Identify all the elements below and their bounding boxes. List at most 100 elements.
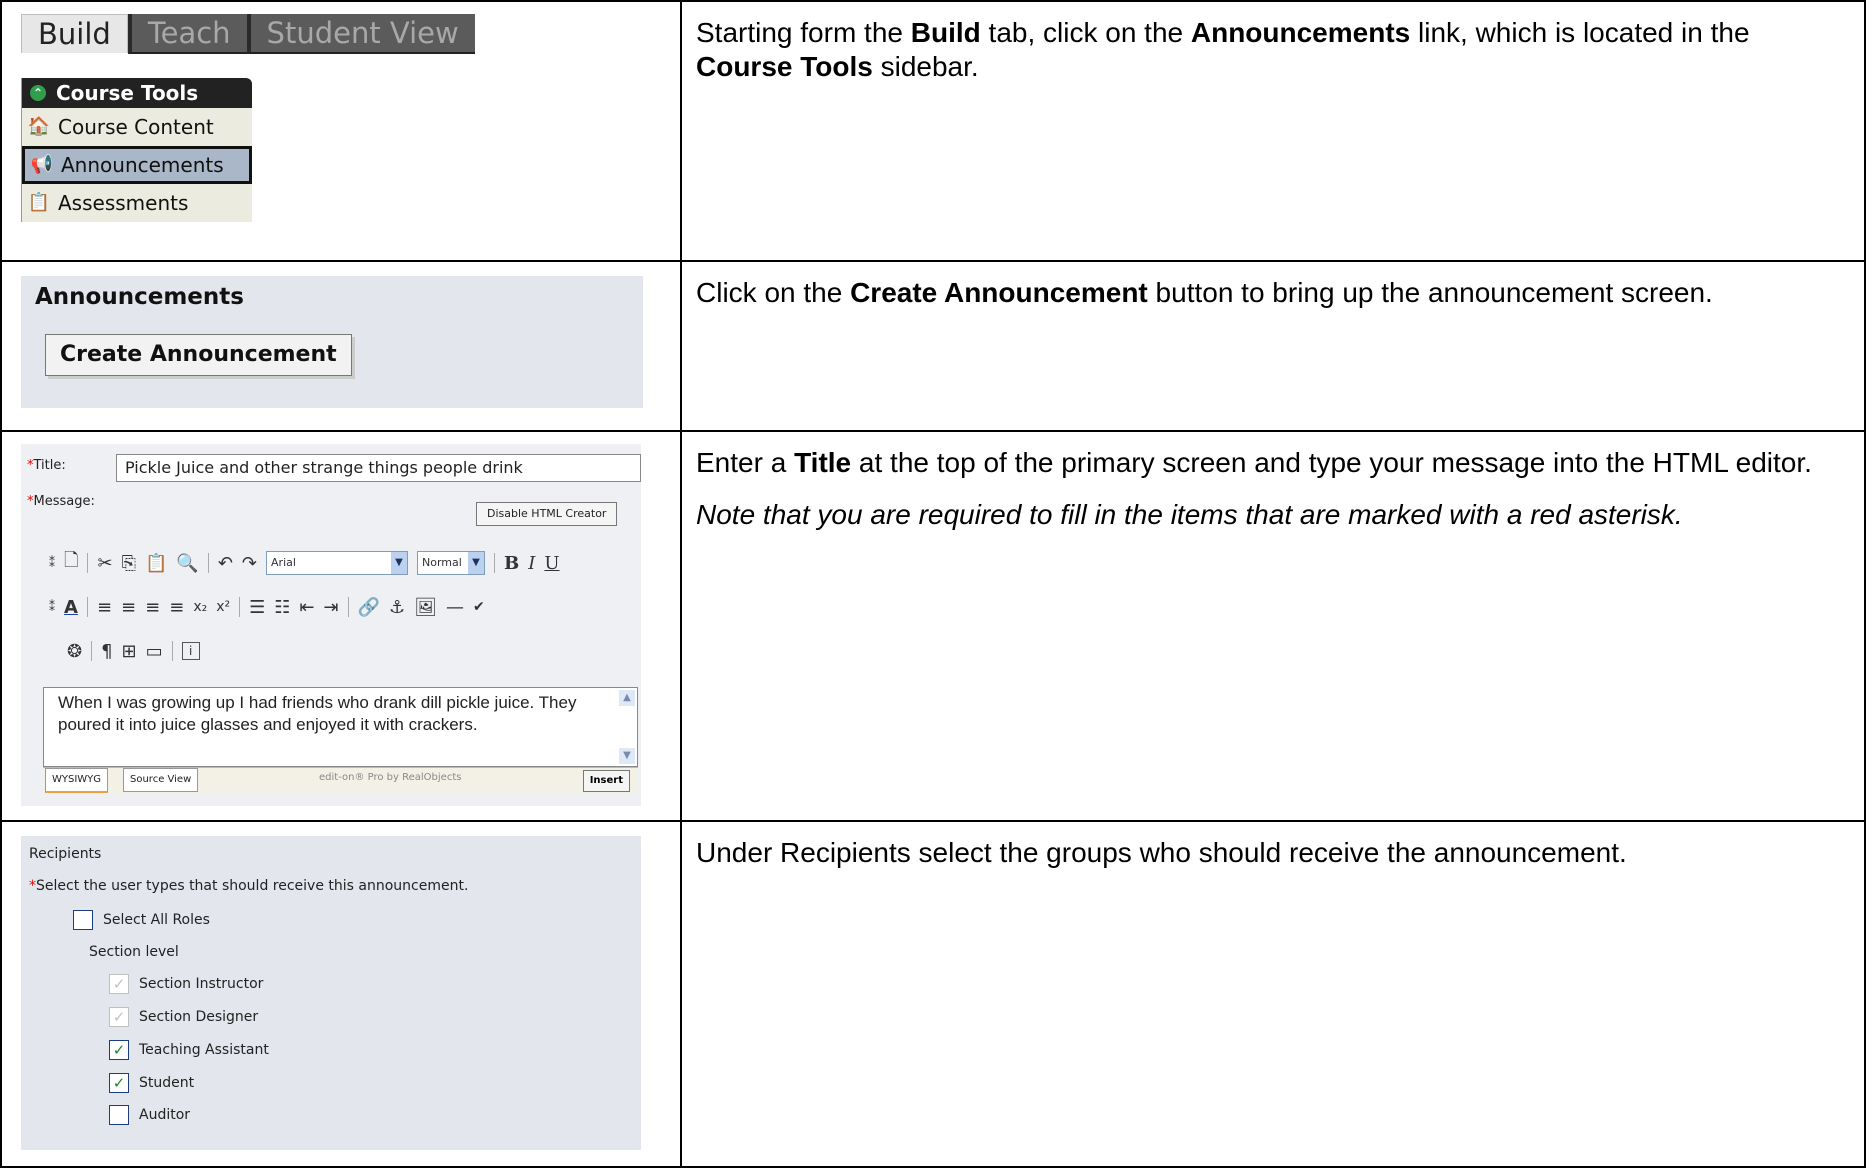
text (347, 597, 349, 617)
scroll-up-icon[interactable]: ▲ (619, 690, 635, 706)
text: link, which is located in the (1410, 17, 1750, 48)
info-icon[interactable]: i (181, 642, 200, 660)
announcements-screenshot: Announcements Create Announcement (2, 262, 680, 430)
editor-scrollbar[interactable]: ▲ ▼ (619, 690, 635, 764)
text: Enter a (696, 447, 795, 478)
tab-bar: Build Teach Student View (21, 14, 475, 54)
text: Under Recipients select the groups who s… (696, 837, 1627, 868)
plugin-icon[interactable]: ❂ (67, 641, 82, 662)
announcements-heading: Announcements (35, 284, 244, 310)
horizontal-rule-icon[interactable]: — (446, 597, 464, 618)
align-center-icon[interactable]: ≡ (121, 597, 136, 618)
justify-icon[interactable]: ≡ (169, 597, 184, 618)
unordered-list-icon[interactable]: ☰ (249, 597, 265, 618)
new-document-icon[interactable]: 🗋 (64, 548, 78, 578)
instructions-table: Build Teach Student View ⌃ Course Tools … (0, 0, 1866, 1168)
sidebar-item-assessments[interactable]: 📋 Assessments (22, 184, 252, 222)
create-announcement-button[interactable]: Create Announcement (45, 334, 352, 376)
select-all-checkbox[interactable] (73, 910, 93, 930)
checkbox[interactable] (109, 1105, 129, 1125)
italic-icon[interactable]: I (528, 553, 535, 574)
course-tools-header[interactable]: ⌃ Course Tools (22, 78, 252, 108)
chevron-down-icon: ▼ (468, 552, 485, 574)
role-section-designer: ✓ Section Designer (109, 1007, 258, 1027)
cut-icon[interactable]: ✂ (97, 553, 112, 574)
tab-student-view[interactable]: Student View (246, 14, 475, 54)
role-auditor[interactable]: Auditor (109, 1105, 190, 1125)
ordered-list-icon[interactable]: ☷ (274, 597, 290, 618)
text: Section Designer (139, 1009, 259, 1025)
editor-screenshot: *Title: Pickle Juice and other strange t… (2, 432, 680, 820)
font-color-icon[interactable]: A (64, 597, 78, 618)
spellcheck-icon[interactable]: ✔ (473, 599, 485, 615)
required-note: Note that you are required to fill in th… (696, 499, 1683, 530)
box-icon[interactable]: ▭ (146, 641, 163, 662)
undo-icon[interactable]: ↶ (218, 553, 233, 574)
text: button to bring up the announcement scre… (1147, 277, 1713, 308)
bold-icon[interactable]: B (504, 553, 519, 574)
instruction-text-3: Enter a Title at the top of the primary … (682, 432, 1864, 532)
text: Title (794, 447, 852, 478)
home-icon: 🏠 (27, 116, 51, 137)
screenshot-cell-3: *Title: Pickle Juice and other strange t… (0, 430, 682, 822)
paste-icon[interactable]: 📋 (145, 553, 167, 574)
link-icon[interactable]: 🔗 (358, 597, 380, 618)
sidebar-item-course-content[interactable]: 🏠 Course Content (22, 108, 252, 146)
text (494, 553, 496, 573)
align-left-icon[interactable]: ≡ (97, 597, 112, 618)
copy-icon[interactable]: ⎘ (122, 553, 136, 574)
step-row-3: *Title: Pickle Juice and other strange t… (0, 430, 1866, 822)
checkbox[interactable]: ✓ (109, 1040, 129, 1060)
title-field[interactable]: Pickle Juice and other strange things pe… (116, 454, 641, 482)
collapse-icon[interactable]: ⌃ (30, 85, 46, 101)
paragraph-icon[interactable]: ¶ (101, 641, 112, 662)
checkbox: ✓ (109, 974, 129, 994)
screenshot-cell-1: Build Teach Student View ⌃ Course Tools … (0, 0, 682, 262)
checkbox: ✓ (109, 1007, 129, 1027)
superscript-icon[interactable]: x² (216, 599, 230, 615)
editor-footer: WYSIWYG Source View edit-on® Pro by Real… (43, 767, 638, 794)
font-select[interactable]: Arial ▼ (266, 551, 409, 575)
anchor-icon[interactable]: ⚓ (389, 597, 405, 618)
subscript-icon[interactable]: x₂ (193, 599, 207, 615)
underline-icon[interactable]: U (544, 553, 559, 574)
redo-icon[interactable]: ↷ (242, 553, 257, 574)
indent-icon[interactable]: ⇥ (324, 597, 339, 618)
message-editor[interactable]: When I was growing up I had friends who … (43, 687, 638, 767)
text: * (29, 878, 36, 894)
editor-toolbar-row-3: ❂ ¶ ⊞ ▭ i (67, 636, 200, 666)
text: Message: (33, 494, 95, 509)
text: Section Instructor (139, 976, 264, 992)
insert-button[interactable]: Insert (582, 770, 630, 792)
role-teaching-assistant[interactable]: ✓ Teaching Assistant (109, 1040, 269, 1060)
tab-wysiwyg[interactable]: WYSIWYG (45, 768, 109, 793)
announcements-panel: Announcements Create Announcement (21, 276, 643, 408)
tab-source-view[interactable]: Source View (123, 768, 199, 792)
scroll-down-icon[interactable]: ▼ (619, 748, 635, 764)
role-student[interactable]: ✓ Student (109, 1073, 194, 1093)
sidebar-item-announcements[interactable]: 📢 Announcements (22, 146, 252, 184)
find-icon[interactable]: 🔍 (176, 553, 198, 574)
align-right-icon[interactable]: ≡ (145, 597, 160, 618)
editor-toolbar-row-1: ⁑ 🗋 ✂ ⎘ 📋 🔍 ↶ ↷ Arial ▼ Normal ▼ B I U (49, 548, 560, 578)
text: Auditor (139, 1107, 191, 1123)
text: Title: (33, 458, 66, 473)
tab-teach[interactable]: Teach (127, 14, 247, 54)
text: Arial (271, 556, 296, 569)
megaphone-icon: 📢 (30, 154, 54, 175)
text: tab, click on the (980, 17, 1191, 48)
title-label: *Title: (27, 458, 66, 473)
select-all-roles[interactable]: Select All Roles (73, 910, 210, 930)
table-icon[interactable]: ⊞ (122, 641, 137, 662)
outdent-icon[interactable]: ⇤ (299, 597, 314, 618)
instruction-cell-3: Enter a Title at the top of the primary … (680, 430, 1866, 822)
disable-html-creator-button[interactable]: Disable HTML Creator (476, 502, 618, 526)
clipboard-icon: 📋 (27, 192, 51, 213)
size-select[interactable]: Normal ▼ (417, 551, 486, 575)
image-icon[interactable]: 🖼 (414, 597, 437, 618)
text (207, 553, 209, 573)
text (87, 553, 89, 573)
tab-build[interactable]: Build (21, 14, 128, 53)
text: at the top of the primary screen and typ… (851, 447, 1812, 478)
checkbox[interactable]: ✓ (109, 1073, 129, 1093)
